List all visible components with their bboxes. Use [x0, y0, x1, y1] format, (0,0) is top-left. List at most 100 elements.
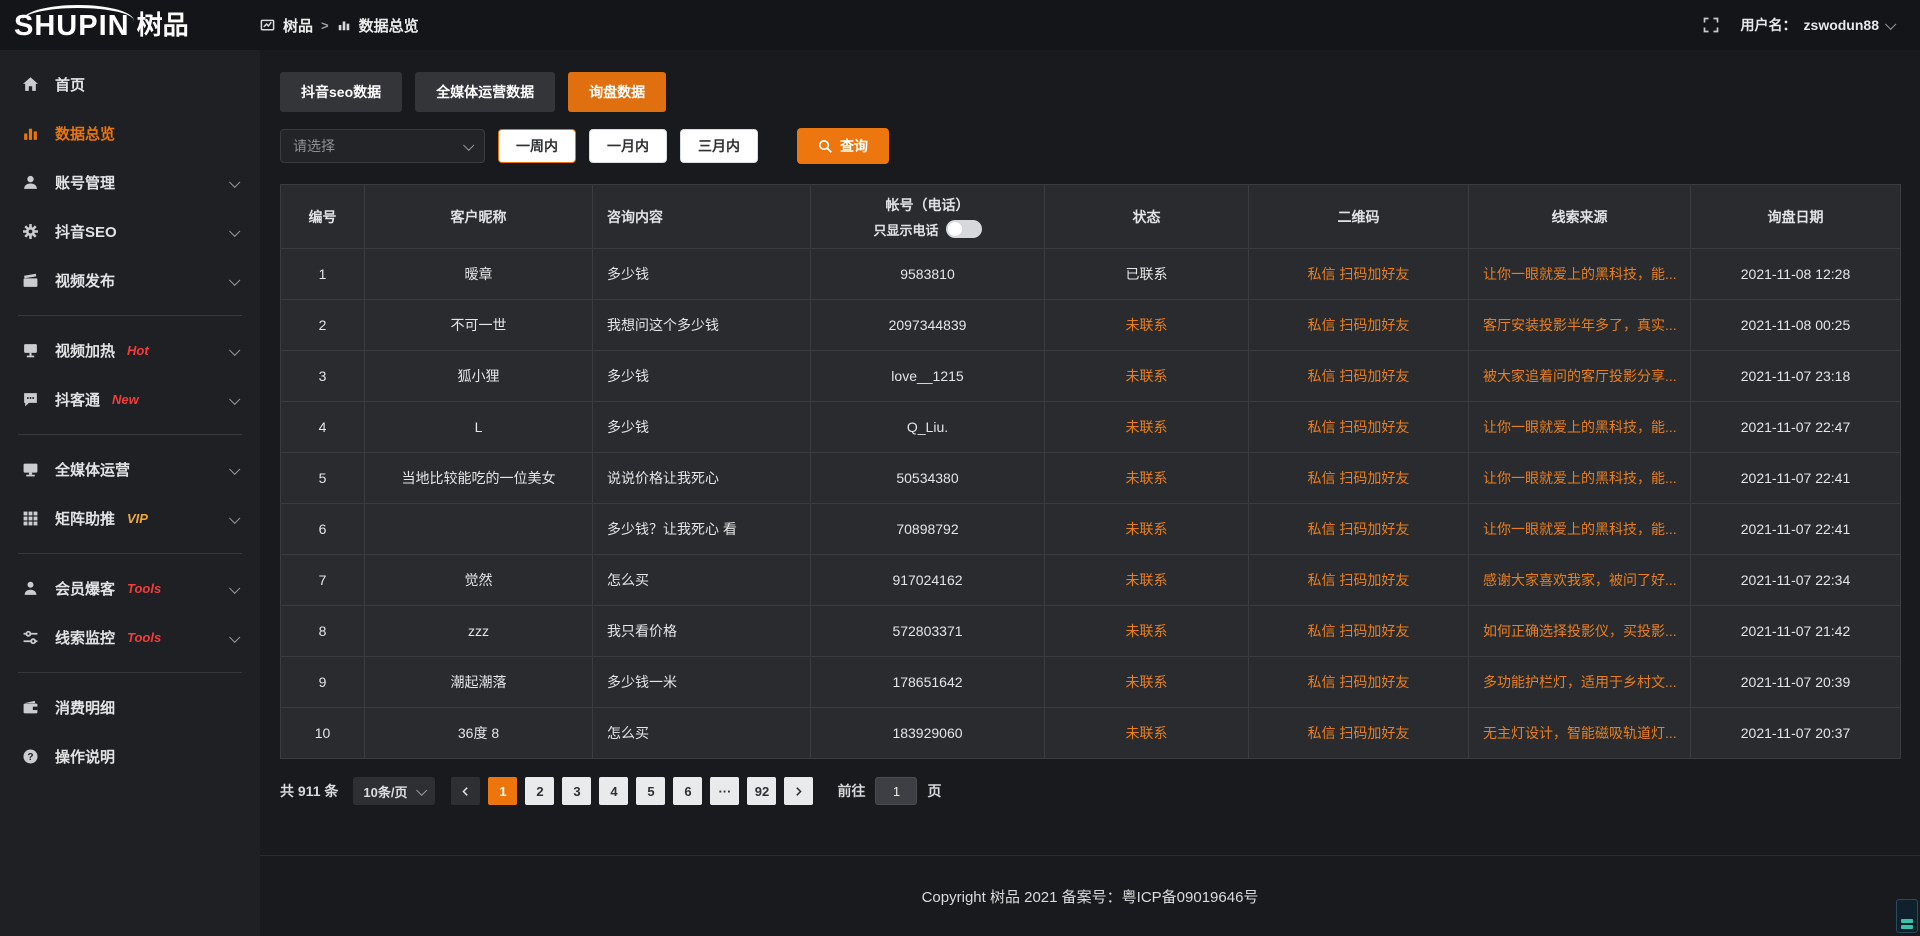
cell-source-link[interactable]: 感谢大家喜欢我家，被问了好... [1469, 555, 1691, 606]
pager-page-92[interactable]: 92 [747, 777, 776, 805]
period-month-button[interactable]: 一月内 [589, 129, 667, 163]
sidebar-item-home[interactable]: 首页 [0, 60, 260, 109]
cell-content: 怎么买 [593, 708, 811, 759]
pager-page-1[interactable]: 1 [488, 777, 517, 805]
cell-date: 2021-11-07 20:37 [1691, 708, 1901, 759]
filter-select[interactable]: 请选择 [280, 129, 485, 163]
goto-page-input[interactable] [875, 777, 917, 805]
cell-date: 2021-11-07 22:41 [1691, 504, 1901, 555]
sidebar-item-data-overview[interactable]: 数据总览 [0, 109, 260, 158]
pager-page-2[interactable]: 2 [525, 777, 554, 805]
tab-media-operation-data[interactable]: 全媒体运营数据 [415, 72, 555, 112]
cell-status: 未联系 [1045, 708, 1249, 759]
pager-page-6[interactable]: 6 [673, 777, 702, 805]
sidebar-item-member-burst[interactable]: 会员爆客Tools [0, 564, 260, 613]
fullscreen-icon[interactable] [1703, 17, 1719, 33]
sidebar-item-label: 消费明细 [55, 697, 115, 718]
chevron-down-icon [1885, 19, 1896, 30]
period-quarter-button[interactable]: 三月内 [680, 129, 758, 163]
goto-label: 前往 [837, 781, 865, 801]
tab-douyin-seo-data[interactable]: 抖音seo数据 [280, 72, 402, 112]
cell-nickname: 36度 8 [365, 708, 593, 759]
pager-page-4[interactable]: 4 [599, 777, 628, 805]
breadcrumb-current: 数据总览 [359, 15, 419, 36]
cell-qr-actions[interactable]: 私信 扫码加好友 [1249, 351, 1469, 402]
cell-no: 9 [281, 657, 365, 708]
phone-only-toggle[interactable] [946, 220, 982, 238]
cell-account: 183929060 [811, 708, 1045, 759]
cell-source-link[interactable]: 多功能护栏灯，适用于乡村文... [1469, 657, 1691, 708]
sidebar-item-video-heat[interactable]: 视频加热Hot [0, 326, 260, 375]
cell-account: 70898792 [811, 504, 1045, 555]
sidebar-item-account-manage[interactable]: 账号管理 [0, 158, 260, 207]
breadcrumb-root[interactable]: 树品 [283, 15, 313, 36]
tab-inquiry-data[interactable]: 询盘数据 [568, 72, 666, 112]
cell-qr-actions[interactable]: 私信 扫码加好友 [1249, 708, 1469, 759]
cell-source-link[interactable]: 如何正确选择投影仪，买投影... [1469, 606, 1691, 657]
cell-source-link[interactable]: 无主灯设计，智能磁吸轨道灯... [1469, 708, 1691, 759]
cell-source-link[interactable]: 客厅安装投影半年多了，真实... [1469, 300, 1691, 351]
pager-next-button[interactable] [784, 777, 813, 805]
cell-source-link[interactable]: 让你一眼就爱上的黑科技，能... [1469, 249, 1691, 300]
main-content: 抖音seo数据 全媒体运营数据 询盘数据 请选择 一周内 一月内 三月内 查询 … [260, 50, 1920, 936]
cell-source-link[interactable]: 被大家追着问的客厅投影分享... [1469, 351, 1691, 402]
bar-chart-icon [337, 18, 351, 32]
sidebar-item-label: 账号管理 [55, 172, 115, 193]
cell-qr-actions[interactable]: 私信 扫码加好友 [1249, 555, 1469, 606]
cell-qr-actions[interactable]: 私信 扫码加好友 [1249, 453, 1469, 504]
cell-qr-actions[interactable]: 私信 扫码加好友 [1249, 300, 1469, 351]
pager-page-5[interactable]: 5 [636, 777, 665, 805]
sidebar-divider [18, 434, 242, 435]
pager-prev-button[interactable] [451, 777, 480, 805]
sidebar-item-douyin-seo[interactable]: 抖音SEO [0, 207, 260, 256]
cell-nickname: 不可一世 [365, 300, 593, 351]
cell-status: 未联系 [1045, 555, 1249, 606]
top-bar: SHUPIN 树品 树品 > 数据总览 用户名： zswodun88 [0, 0, 1920, 50]
pager-pages: 123456 ··· 92 [480, 777, 776, 805]
sidebar-item-media-operation[interactable]: 全媒体运营 [0, 445, 260, 494]
cell-source-link[interactable]: 让你一眼就爱上的黑科技，能... [1469, 453, 1691, 504]
copyright-text: Copyright 树品 2021 备案号：粤ICP备09019646号 [922, 886, 1259, 907]
cell-nickname: 潮起潮落 [365, 657, 593, 708]
cell-nickname: zzz [365, 606, 593, 657]
cell-qr-actions[interactable]: 私信 扫码加好友 [1249, 657, 1469, 708]
search-button[interactable]: 查询 [797, 128, 889, 164]
period-week-button[interactable]: 一周内 [498, 129, 576, 163]
sidebar-item-consume-detail[interactable]: 消费明细 [0, 683, 260, 732]
table-row: 9潮起潮落多少钱一米178651642未联系私信 扫码加好友多功能护栏灯，适用于… [281, 657, 1901, 708]
cell-qr-actions[interactable]: 私信 扫码加好友 [1249, 606, 1469, 657]
sidebar-item-label: 线索监控 [55, 627, 115, 648]
sidebar-item-douketong[interactable]: 抖客通New [0, 375, 260, 424]
question-icon: ? [22, 748, 40, 765]
sidebar-item-badge: Tools [127, 581, 161, 596]
sidebar-item-operation-guide[interactable]: ?操作说明 [0, 732, 260, 781]
sidebar-item-clue-monitor[interactable]: 线索监控Tools [0, 613, 260, 662]
floating-widget[interactable] [1896, 899, 1918, 933]
cell-no: 8 [281, 606, 365, 657]
sidebar-item-label: 数据总览 [55, 123, 115, 144]
pagination: 共 911 条 10条/页 123456···92 前往 页 [280, 777, 1896, 805]
user-menu[interactable]: 用户名： zswodun88 [1741, 15, 1894, 35]
sidebar-item-video-publish[interactable]: 视频发布 [0, 256, 260, 305]
cell-nickname: 觉然 [365, 555, 593, 606]
pager-ellipsis[interactable]: ··· [710, 777, 739, 805]
footer: Copyright 树品 2021 备案号：粤ICP备09019646号 [260, 855, 1920, 936]
page-size-select[interactable]: 10条/页 [353, 777, 435, 805]
cell-qr-actions[interactable]: 私信 扫码加好友 [1249, 249, 1469, 300]
cell-content: 多少钱 [593, 249, 811, 300]
breadcrumb-separator: > [321, 18, 329, 33]
cell-qr-actions[interactable]: 私信 扫码加好友 [1249, 402, 1469, 453]
cell-qr-actions[interactable]: 私信 扫码加好友 [1249, 504, 1469, 555]
cell-source-link[interactable]: 让你一眼就爱上的黑科技，能... [1469, 504, 1691, 555]
table-row: 4L多少钱Q_Liu.未联系私信 扫码加好友让你一眼就爱上的黑科技，能...20… [281, 402, 1901, 453]
pager-page-3[interactable]: 3 [562, 777, 591, 805]
cell-content: 多少钱一米 [593, 657, 811, 708]
cell-nickname: 狐小狸 [365, 351, 593, 402]
cell-date: 2021-11-07 22:34 [1691, 555, 1901, 606]
app-logo[interactable]: SHUPIN 树品 [0, 2, 260, 48]
person-icon [22, 580, 40, 597]
cell-no: 7 [281, 555, 365, 606]
sidebar-item-matrix-boost[interactable]: 矩阵助推VIP [0, 494, 260, 543]
cell-source-link[interactable]: 让你一眼就爱上的黑科技，能... [1469, 402, 1691, 453]
col-status: 状态 [1045, 185, 1249, 249]
